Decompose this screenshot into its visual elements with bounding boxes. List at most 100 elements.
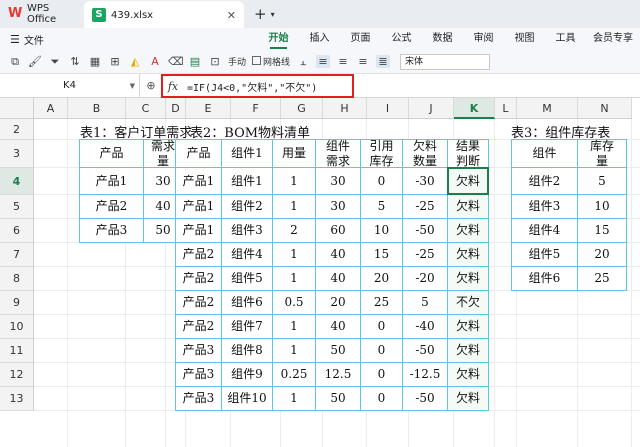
row-header-9[interactable]: 9 <box>0 291 34 315</box>
align-justify-icon[interactable]: ≣ <box>376 55 391 68</box>
align-right-icon[interactable]: ≡ <box>356 55 370 68</box>
table3-cell[interactable]: 组件2 <box>512 168 578 195</box>
table2-cell[interactable]: 组件1 <box>222 168 273 195</box>
table2-cell[interactable]: 1 <box>273 195 316 219</box>
table2-cell[interactable]: 0.25 <box>273 363 316 387</box>
table2-cell[interactable]: 组件4 <box>222 243 273 267</box>
format-painter-icon[interactable]: 🖌 <box>28 55 42 68</box>
conditional-format-icon[interactable]: ▤ <box>188 55 202 68</box>
table2-cell[interactable]: 1 <box>273 315 316 339</box>
row-header-10[interactable]: 10 <box>0 315 34 339</box>
table2-cell[interactable]: 40 <box>316 243 361 267</box>
table2-cell[interactable]: 产品3 <box>176 387 222 411</box>
formula-input-box[interactable]: fx =IF(J4<0,"欠料","不欠") <box>161 74 354 98</box>
row-header-4[interactable]: 4 <box>0 168 34 195</box>
table2-cell[interactable]: 1 <box>273 339 316 363</box>
table2-cell[interactable]: -20 <box>403 267 448 291</box>
table2-cell[interactable]: -12.5 <box>403 363 448 387</box>
column-header-b[interactable]: B <box>68 98 126 119</box>
column-header-m[interactable]: M <box>517 98 578 119</box>
copy-icon[interactable]: ⧉ <box>8 55 22 69</box>
table2-cell[interactable]: -25 <box>403 243 448 267</box>
table2-cell[interactable]: 40 <box>316 267 361 291</box>
manual-calc-button[interactable]: 手动 <box>228 55 246 68</box>
table2-cell[interactable]: 组件6 <box>222 291 273 315</box>
file-menu[interactable]: ☰ 文件 <box>0 32 258 47</box>
table3-cell[interactable]: 组件6 <box>512 267 578 291</box>
table2-cell[interactable]: 欠料 <box>448 315 489 339</box>
table2-cell[interactable]: 组件10 <box>222 387 273 411</box>
table2-cell[interactable]: 25 <box>361 291 403 315</box>
number-format-icon[interactable]: ⊡ <box>208 55 222 68</box>
table2-cell[interactable]: 30 <box>316 195 361 219</box>
font-name-select[interactable]: 宋体 <box>400 53 491 70</box>
table2-cell[interactable]: 产品1 <box>176 195 222 219</box>
table2-cell[interactable]: 产品2 <box>176 291 222 315</box>
column-header-g[interactable]: G <box>281 98 323 119</box>
table2-cell[interactable]: 1 <box>273 168 316 195</box>
column-header-f[interactable]: F <box>231 98 281 119</box>
table2-cell[interactable]: 不欠 <box>448 291 489 315</box>
table2-cell[interactable]: 产品3 <box>176 363 222 387</box>
column-header-a[interactable]: A <box>34 98 68 119</box>
row-header-6[interactable]: 6 <box>0 219 34 243</box>
table2-cell[interactable]: 产品2 <box>176 315 222 339</box>
gridline-checkbox[interactable] <box>252 56 262 65</box>
column-header-k[interactable]: K <box>454 98 495 119</box>
table2-cell[interactable]: -30 <box>403 168 448 195</box>
table2-cell[interactable]: 0 <box>361 387 403 411</box>
table2-cell[interactable]: 12.5 <box>316 363 361 387</box>
table2-cell[interactable]: 组件2 <box>222 195 273 219</box>
row-header-11[interactable]: 11 <box>0 339 34 363</box>
table2-cell[interactable]: -50 <box>403 387 448 411</box>
table2-cell[interactable]: 欠料 <box>448 219 489 243</box>
tab-data[interactable]: 数据 <box>422 28 463 50</box>
column-header-i[interactable]: I <box>367 98 409 119</box>
table2-cell[interactable]: 10 <box>361 219 403 243</box>
table2-cell[interactable]: 组件3 <box>222 219 273 243</box>
tab-formula[interactable]: 公式 <box>381 28 422 50</box>
tab-tools[interactable]: 工具 <box>545 28 586 50</box>
wps-home-tab[interactable]: W WPS Office <box>0 0 84 28</box>
table1-cell[interactable]: 产品3 <box>80 219 144 243</box>
table2-cell[interactable]: 产品2 <box>176 243 222 267</box>
table2-cell[interactable]: 50 <box>316 387 361 411</box>
tab-insert[interactable]: 插入 <box>299 28 340 50</box>
row-header-3[interactable]: 3 <box>0 140 34 168</box>
table2-cell[interactable]: 20 <box>316 291 361 315</box>
row-header-12[interactable]: 12 <box>0 363 34 387</box>
table2-cell[interactable]: 5 <box>361 195 403 219</box>
table2-cell[interactable]: 2 <box>273 219 316 243</box>
name-box-chevron-icon[interactable]: ▼ <box>130 74 135 98</box>
table2-cell[interactable]: 0 <box>361 315 403 339</box>
sort-icon[interactable]: ⇅ <box>68 55 82 68</box>
table2-cell[interactable]: 产品3 <box>176 339 222 363</box>
table2-cell[interactable]: 组件7 <box>222 315 273 339</box>
table2-cell[interactable]: 0 <box>361 363 403 387</box>
table2-cell[interactable]: 0 <box>361 339 403 363</box>
table3-cell[interactable]: 组件4 <box>512 219 578 243</box>
table2-cell[interactable]: 0 <box>361 168 403 195</box>
table2-cell[interactable]: 1 <box>273 387 316 411</box>
font-color-icon[interactable]: A <box>148 55 162 68</box>
row-header-5[interactable]: 5 <box>0 195 34 219</box>
table2-cell[interactable]: -25 <box>403 195 448 219</box>
table3-cell[interactable]: 15 <box>578 219 627 243</box>
table3-cell[interactable]: 25 <box>578 267 627 291</box>
column-header-d[interactable]: D <box>166 98 186 119</box>
table2-cell[interactable]: 欠料 <box>448 243 489 267</box>
table2-cell[interactable]: 组件8 <box>222 339 273 363</box>
table2-cell[interactable]: 0.5 <box>273 291 316 315</box>
fx-icon[interactable]: fx <box>163 80 183 93</box>
tab-review[interactable]: 审阅 <box>463 28 504 50</box>
column-header-e[interactable]: E <box>186 98 231 119</box>
align-left-icon[interactable]: ≡ <box>316 55 331 68</box>
filter-icon[interactable]: ⏷ <box>48 55 62 69</box>
table2-cell[interactable]: 5 <box>403 291 448 315</box>
table3-cell[interactable]: 10 <box>578 195 627 219</box>
table2-cell[interactable]: 1 <box>273 243 316 267</box>
table3-cell[interactable]: 20 <box>578 243 627 267</box>
table3-cell[interactable]: 5 <box>578 168 627 195</box>
row-header-7[interactable]: 7 <box>0 243 34 267</box>
name-box[interactable]: K4 ▼ <box>0 73 140 98</box>
